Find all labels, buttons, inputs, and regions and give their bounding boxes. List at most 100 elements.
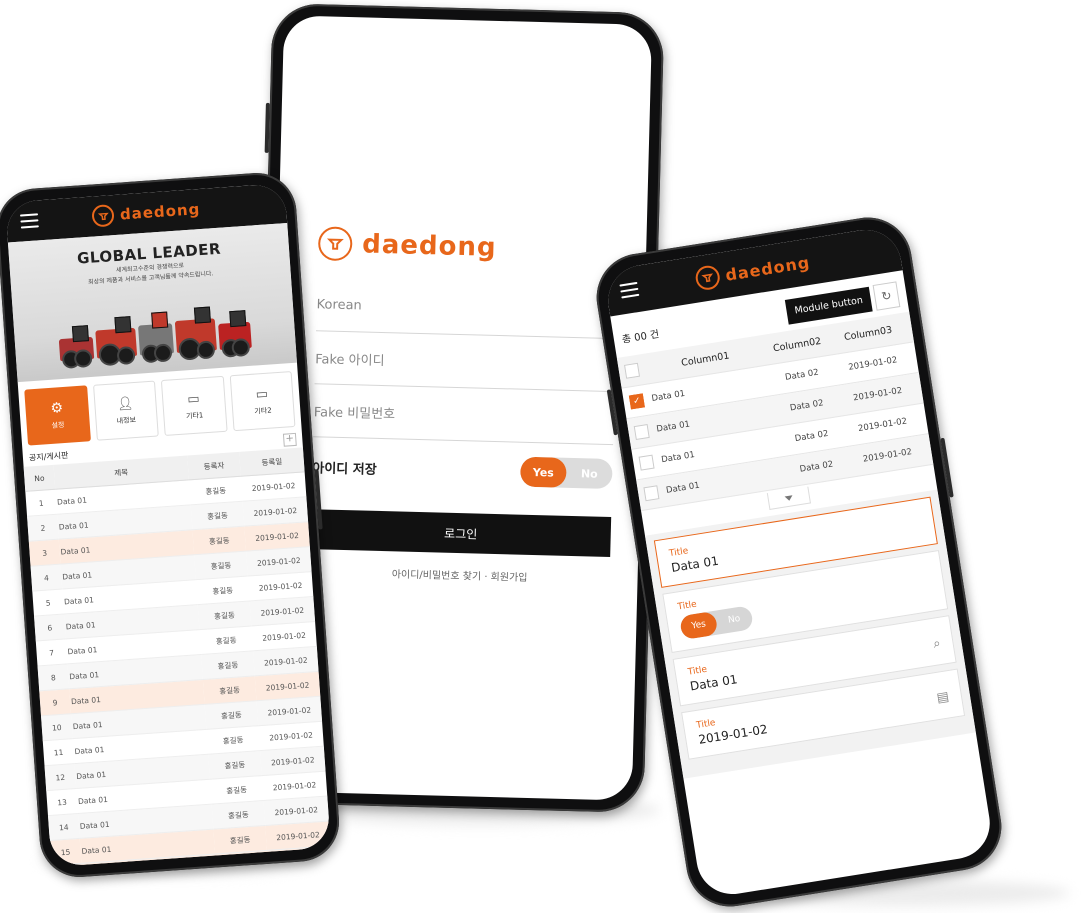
toggle-no[interactable]: No: [715, 605, 754, 634]
header-logo: daedong: [91, 198, 201, 228]
hamburger-menu-icon[interactable]: [19, 213, 39, 229]
password-placeholder: Fake 비밀번호: [313, 404, 396, 422]
id-input[interactable]: Fake 아이디: [314, 331, 616, 393]
calendar-icon[interactable]: ▤: [936, 689, 950, 706]
table-cell: 2019-01-02: [265, 820, 331, 851]
table-cell: 홍길동: [213, 825, 267, 855]
toggle-yes[interactable]: Yes: [519, 456, 567, 488]
table-cell: 홍길동: [201, 650, 255, 680]
column-header: Column03: [843, 324, 893, 343]
menu-my-info[interactable]: 👤︎ 내정보: [92, 380, 159, 441]
grid-cell: 2019-01-02: [857, 416, 908, 435]
toggle-yes[interactable]: Yes: [679, 610, 719, 641]
daedong-logo-icon: [317, 226, 353, 262]
save-id-toggle[interactable]: Yes No: [519, 456, 613, 490]
hero-banner: GLOBAL LEADER 세계최고수준의 경쟁력으로 최상의 제품과 서비스를…: [7, 222, 297, 383]
table-cell: 홍길동: [195, 576, 250, 605]
table-cell: 16: [51, 863, 84, 867]
table-cell: 홍길동: [192, 526, 247, 555]
row-checkbox[interactable]: [638, 454, 655, 471]
hamburger-menu-icon[interactable]: [619, 281, 640, 299]
chevron-down-icon: [784, 494, 794, 501]
table-cell: 홍길동: [204, 700, 259, 730]
login-logo: daedong: [317, 226, 619, 268]
menu-label: 기타2: [254, 405, 272, 416]
user-icon: 👤︎: [116, 395, 134, 412]
gear-icon: ⚙: [50, 400, 64, 417]
menu-settings[interactable]: ⚙ 설정: [24, 385, 91, 446]
save-id-row: 아이디 저장 Yes No: [312, 437, 613, 503]
menu-label: 설정: [51, 420, 65, 430]
table-cell: 1: [25, 489, 57, 517]
row-checkbox[interactable]: [633, 423, 650, 441]
language-value: Korean: [316, 296, 362, 313]
menu-etc1[interactable]: ▭ 기타1: [160, 375, 228, 437]
table-cell: 2: [27, 514, 59, 542]
brand-name: daedong: [724, 252, 812, 285]
search-icon[interactable]: ⌕: [932, 636, 942, 652]
table-cell: 홍길동: [209, 775, 264, 805]
toggle-no[interactable]: No: [566, 458, 613, 489]
save-id-label: 아이디 저장: [312, 460, 377, 478]
menu-etc2[interactable]: ▭ 기타2: [229, 371, 296, 432]
table-cell: 10: [41, 713, 73, 741]
table-cell: 홍길동: [208, 750, 262, 780]
grid-cell: 2019-01-02: [862, 447, 913, 465]
table-cell: 3: [28, 539, 61, 567]
right-phone-screen: daedong 총 00 건 Module button ↻ Column01 …: [603, 224, 995, 900]
brand-name: daedong: [361, 229, 497, 263]
table-cell: 11: [42, 738, 75, 766]
row-checkbox[interactable]: [643, 485, 660, 502]
board-title: 공지/게시판: [28, 450, 69, 463]
table-cell: 14: [47, 813, 80, 841]
grid-cell: Data 02: [789, 398, 825, 414]
password-input[interactable]: Fake 비밀번호: [313, 384, 615, 446]
header-logo: daedong: [693, 250, 812, 292]
column-header: No: [23, 464, 56, 492]
table-cell: 8: [37, 663, 70, 691]
table-cell: 홍길동: [188, 476, 243, 505]
grid-cell: Data 02: [794, 428, 830, 445]
column-header: Column02: [772, 335, 822, 354]
select-all-checkbox[interactable]: [624, 362, 641, 379]
total-count: 총 00 건: [621, 328, 660, 346]
left-phone-screen: daedong GLOBAL LEADER 세계최고수준의 경쟁력으로 최상의 …: [5, 183, 331, 867]
table-cell: 9: [39, 688, 71, 716]
tablet-side-button: [264, 102, 270, 153]
grid-cell: 2019-01-02: [847, 355, 899, 373]
folder-icon: ▭: [255, 386, 269, 403]
table-cell: 홍길동: [199, 625, 253, 655]
id-placeholder: Fake 아이디: [315, 351, 385, 369]
row-checkbox[interactable]: ✓: [628, 393, 645, 410]
table-cell: 15: [49, 838, 82, 866]
table-cell: 홍길동: [206, 725, 260, 755]
table-cell: 홍길동: [194, 551, 248, 580]
grid-cell: Data 02: [784, 367, 820, 383]
table-cell: 12: [44, 763, 77, 791]
phone-side-button: [940, 437, 954, 498]
machinery-image: [35, 298, 274, 369]
table-cell: 홍길동: [197, 601, 252, 630]
grid-cell: Data 02: [799, 459, 834, 475]
table-cell: 7: [35, 638, 68, 666]
form-panel: Title Data 01 Title Yes No Title Data 01…: [645, 489, 976, 779]
menu-label: 기타1: [185, 410, 204, 420]
grid-cell: 2019-01-02: [852, 385, 903, 404]
table-cell: 13: [46, 788, 78, 816]
login-button[interactable]: 로그인: [310, 509, 612, 558]
table-cell: 홍길동: [190, 501, 245, 530]
login-form: daedong Korean Fake 아이디 Fake 비밀번호 아이디 저장…: [309, 226, 618, 586]
refresh-icon[interactable]: ↻: [872, 281, 901, 311]
table-cell: 홍길동: [211, 800, 266, 830]
menu-label: 내정보: [116, 415, 137, 425]
plus-icon[interactable]: +: [282, 432, 297, 447]
find-account-links[interactable]: 아이디/비밀번호 찾기 · 회원가입: [309, 563, 609, 586]
table-cell: 6: [34, 613, 66, 642]
daedong-logo-icon: [693, 264, 722, 292]
brand-name: daedong: [119, 200, 201, 224]
language-select[interactable]: Korean: [315, 278, 618, 340]
daedong-logo-icon: [91, 204, 115, 228]
table-cell: 4: [30, 564, 63, 592]
left-phone-device: daedong GLOBAL LEADER 세계최고수준의 경쟁력으로 최상의 …: [0, 170, 342, 880]
table-cell: 홍길동: [202, 675, 257, 705]
